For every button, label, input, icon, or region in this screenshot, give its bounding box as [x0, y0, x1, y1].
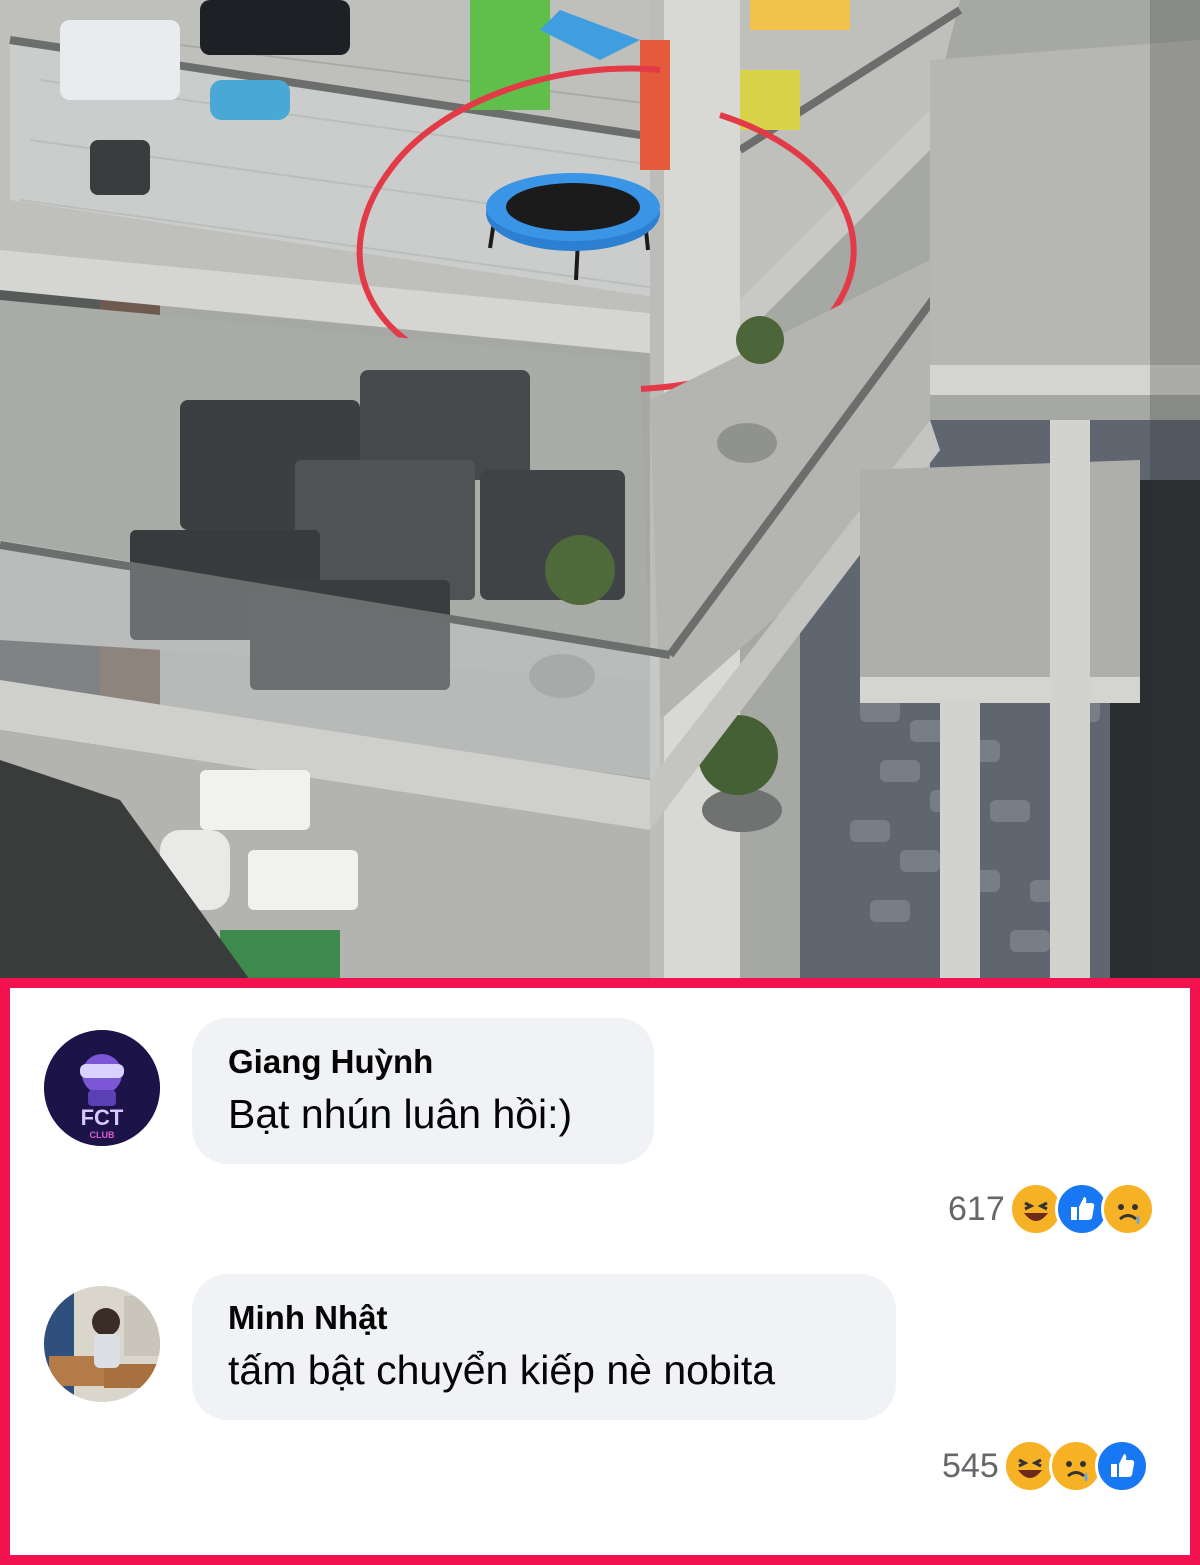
comments-panel: FCT CLUB Giang Huỳnh Bạt nhún luân hồi:)…	[0, 978, 1200, 1565]
avatar-photo-icon	[44, 1286, 160, 1402]
comment-bubble: Minh Nhật tấm bật chuyển kiếp nè nobita	[192, 1274, 896, 1420]
avatar-fct-club-icon: FCT CLUB	[44, 1030, 160, 1146]
avatar[interactable]	[44, 1286, 160, 1402]
balcony-photo	[0, 0, 1200, 980]
svg-text:CLUB: CLUB	[90, 1130, 115, 1140]
comment-author[interactable]: Giang Huỳnh	[228, 1042, 618, 1082]
reaction-count: 617	[948, 1189, 1005, 1228]
avatar[interactable]: FCT CLUB	[44, 1030, 160, 1146]
photo-scene	[0, 0, 1200, 980]
comment-bubble: Giang Huỳnh Bạt nhún luân hồi:)	[192, 1018, 654, 1164]
comment-text: tấm bật chuyển kiếp nè nobita	[228, 1347, 776, 1393]
svg-text:FCT: FCT	[81, 1105, 124, 1130]
comment-text: Bạt nhún luân hồi:)	[228, 1091, 573, 1137]
reaction-summary[interactable]: 545	[942, 1439, 1149, 1493]
reaction-summary[interactable]: 617	[948, 1182, 1155, 1236]
comment-author[interactable]: Minh Nhật	[228, 1298, 860, 1338]
reaction-count: 545	[942, 1446, 999, 1485]
sad-icon	[1100, 1182, 1155, 1236]
like-icon	[1094, 1439, 1149, 1493]
